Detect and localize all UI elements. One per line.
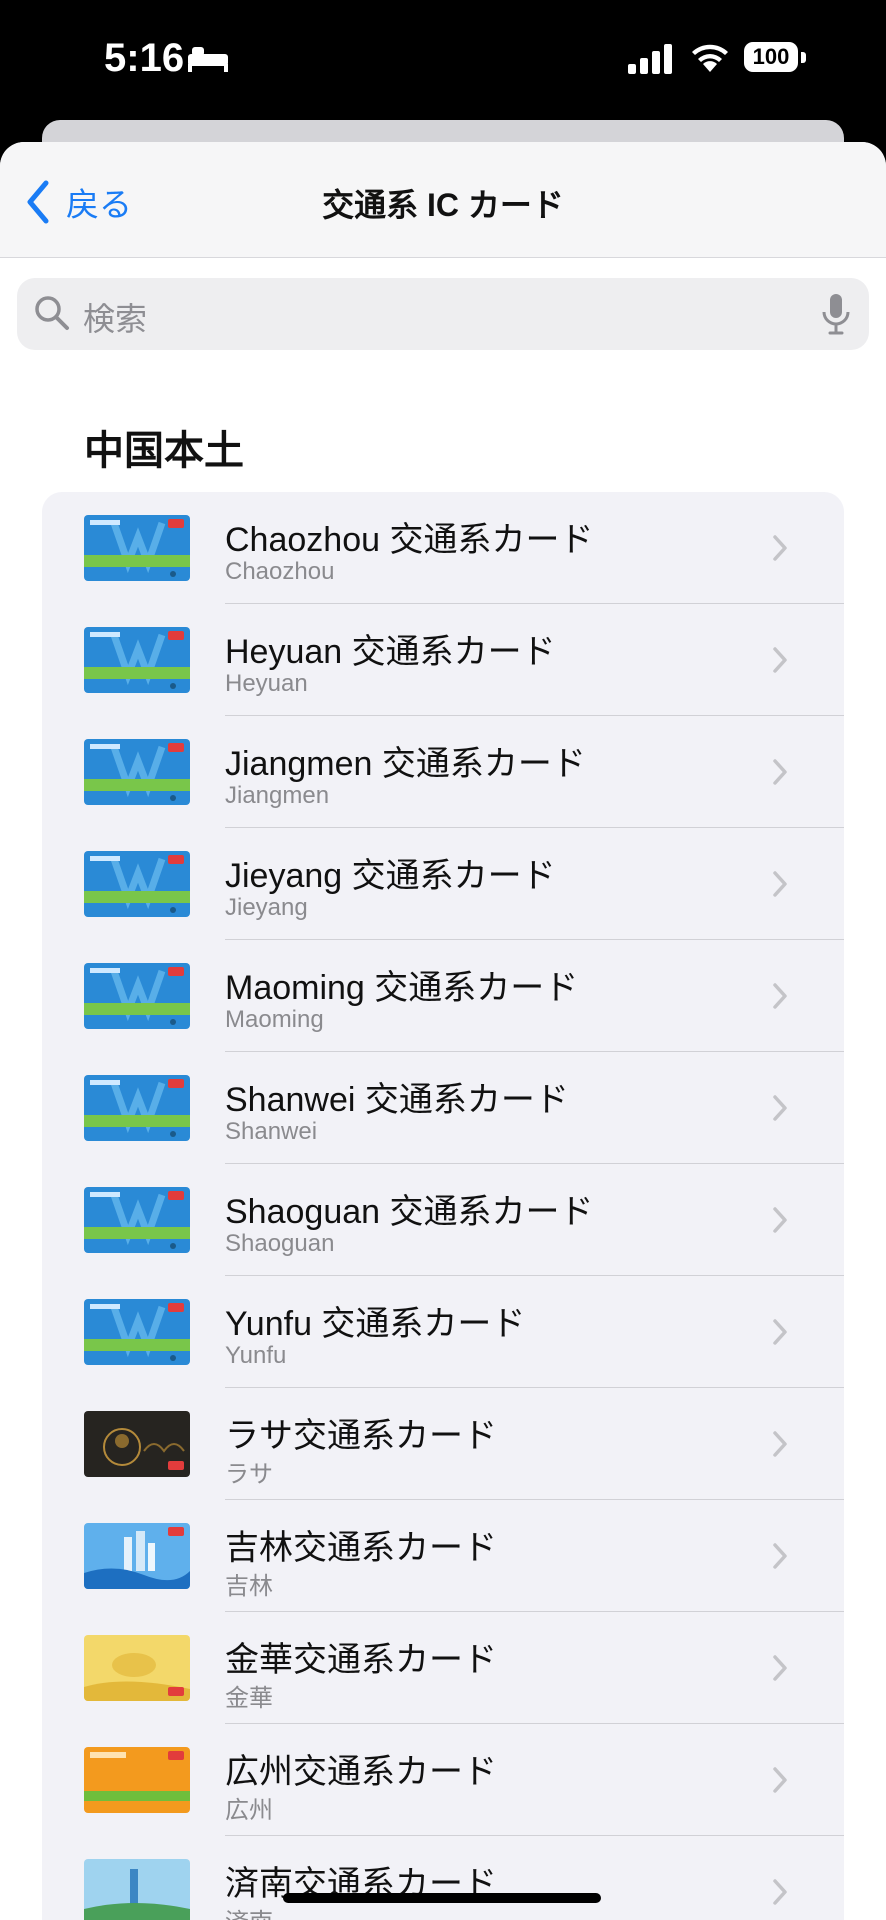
page-title: 交通系 IC カード [322, 187, 564, 223]
chevron-right-icon [773, 1207, 787, 1233]
card-image [84, 515, 190, 581]
card-subtitle: 金華 [225, 1685, 273, 1712]
card-title: Shanwei 交通系カード [225, 1081, 569, 1119]
chevron-right-icon [773, 1879, 787, 1905]
chevron-right-icon [773, 1655, 787, 1681]
card-image [84, 1635, 190, 1701]
card-image [84, 1747, 190, 1813]
card-image [84, 1523, 190, 1589]
chevron-right-icon [773, 647, 787, 673]
status-bar: 5:16 100 [0, 0, 886, 120]
card-list-row[interactable]: Shaoguan 交通系カード Shaoguan [42, 1164, 844, 1276]
card-list-row[interactable]: Jiangmen 交通系カード Jiangmen [42, 716, 844, 828]
card-image [84, 1187, 190, 1253]
card-title: Heyuan 交通系カード [225, 633, 556, 671]
microphone-icon[interactable] [821, 292, 851, 336]
card-subtitle: Chaozhou [225, 558, 335, 585]
chevron-right-icon [773, 1767, 787, 1793]
card-list-row[interactable]: Chaozhou 交通系カード Chaozhou [42, 492, 844, 604]
card-list-row[interactable]: 金華交通系カード金華 [42, 1612, 844, 1724]
card-image [84, 1411, 190, 1477]
card-subtitle: 済南 [225, 1902, 273, 1920]
card-subtitle: Jiangmen [225, 782, 330, 809]
card-list: Chaozhou 交通系カード Chaozhou Heyuan 交通系カード Heyu… [42, 492, 844, 1920]
battery-indicator: 100 [744, 42, 806, 76]
chevron-right-icon [773, 1319, 787, 1345]
card-image [84, 851, 190, 917]
card-subtitle: Heyuan [225, 670, 308, 697]
card-title: 広州交通系カード [225, 1753, 497, 1791]
sleep-focus-icon [188, 47, 228, 72]
card-list-row[interactable]: Maoming 交通系カード Maoming [42, 940, 844, 1052]
search-icon [35, 296, 69, 330]
chevron-right-icon [773, 1095, 787, 1121]
card-list-row[interactable]: ラサ交通系カードラサ [42, 1388, 844, 1500]
chevron-right-icon [773, 535, 787, 561]
battery-level: 100 [744, 42, 798, 72]
card-list-row[interactable]: Yunfu 交通系カード Yunfu [42, 1276, 844, 1388]
card-title: Yunfu 交通系カード [225, 1305, 526, 1343]
card-title: ラサ交通系カード [225, 1417, 497, 1455]
navigation-bar: 戻る 交通系 IC カード [0, 142, 886, 258]
card-subtitle: ラサ [225, 1461, 273, 1488]
home-indicator [283, 1893, 601, 1903]
card-subtitle: Shanwei [225, 1118, 318, 1145]
chevron-right-icon [773, 871, 787, 897]
card-title: Maoming 交通系カード [225, 969, 579, 1007]
card-subtitle: 広州 [225, 1797, 273, 1824]
card-image [84, 739, 190, 805]
card-picker-sheet: 戻る 交通系 IC カード 検索 中国本土 Chaozhou 交通系カード Cha… [0, 142, 886, 1920]
section-title: 中国本土 [84, 429, 244, 473]
chevron-right-icon [773, 1543, 787, 1569]
card-image [84, 627, 190, 693]
wifi-icon [692, 44, 728, 72]
chevron-right-icon [773, 983, 787, 1009]
search-field[interactable]: 検索 [17, 278, 869, 350]
card-list-row[interactable]: Jieyang 交通系カード Jieyang [42, 828, 844, 940]
search-placeholder: 検索 [83, 301, 148, 337]
card-image [84, 1859, 190, 1920]
card-subtitle: Maoming [225, 1006, 324, 1033]
card-title: 吉林交通系カード [225, 1529, 497, 1567]
card-list-row[interactable]: Heyuan 交通系カード Heyuan [42, 604, 844, 716]
chevron-right-icon [773, 1431, 787, 1457]
chevron-right-icon [773, 759, 787, 785]
card-list-row[interactable]: 吉林交通系カード吉林 [42, 1500, 844, 1612]
card-image [84, 963, 190, 1029]
card-subtitle: Jieyang [225, 894, 308, 921]
cellular-signal-icon [628, 44, 672, 74]
status-time: 5:16 [104, 36, 185, 80]
card-list-row[interactable]: 広州交通系カード広州 [42, 1724, 844, 1836]
card-list-row[interactable]: Shanwei 交通系カード Shanwei [42, 1052, 844, 1164]
card-subtitle: Shaoguan [225, 1230, 335, 1257]
card-title: 金華交通系カード [225, 1641, 497, 1679]
card-image [84, 1299, 190, 1365]
card-title: Shaoguan 交通系カード [225, 1193, 594, 1231]
card-title: Jieyang 交通系カード [225, 857, 556, 895]
card-subtitle: Yunfu [225, 1342, 287, 1369]
card-image [84, 1075, 190, 1141]
card-list-row[interactable]: 済南交通系カード済南 [42, 1836, 844, 1920]
card-title: Jiangmen 交通系カード [225, 745, 586, 783]
card-subtitle: 吉林 [225, 1573, 273, 1600]
card-title: Chaozhou 交通系カード [225, 521, 594, 559]
